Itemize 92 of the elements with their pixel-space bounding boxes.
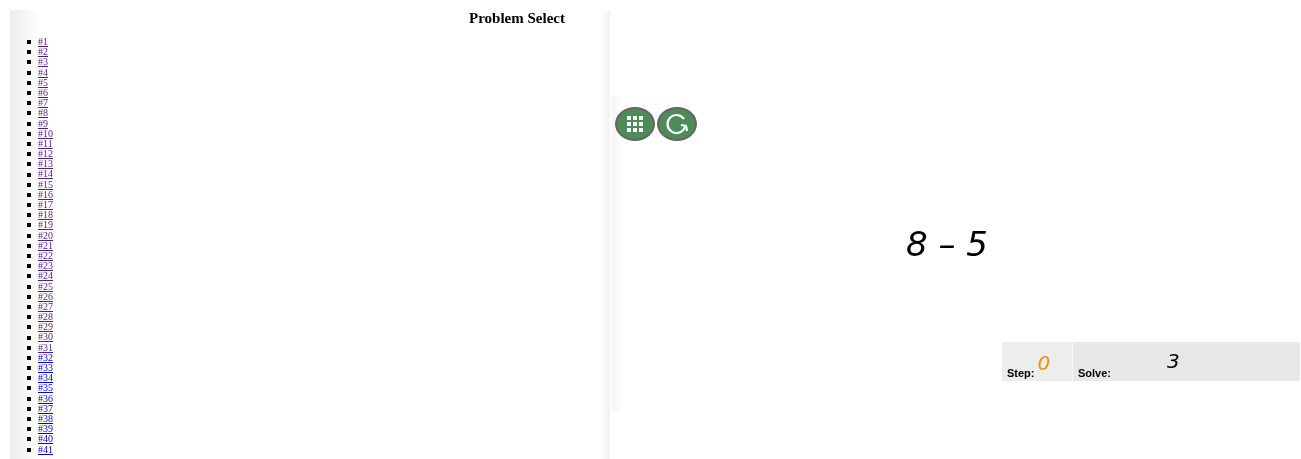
problem-link[interactable]: #20 [38, 230, 53, 241]
grid-button[interactable] [615, 107, 655, 141]
problem-link[interactable]: #25 [38, 281, 53, 292]
bullet-icon [27, 223, 31, 228]
bullet-icon [27, 182, 31, 187]
problem-link[interactable]: #31 [38, 342, 53, 353]
problem-link[interactable]: #7 [38, 98, 48, 109]
bullet-icon [27, 40, 31, 45]
bullet-icon [27, 366, 31, 371]
bullet-icon [27, 233, 31, 238]
problem-link[interactable]: #36 [38, 393, 53, 404]
problem-link[interactable]: #32 [38, 352, 53, 363]
math-problem: 8 – 5 [906, 224, 988, 264]
bullet-icon [27, 203, 31, 208]
solve-answer: 3 [1167, 349, 1180, 373]
problem-link[interactable]: #14 [38, 169, 53, 180]
problem-link[interactable]: #19 [38, 220, 53, 231]
step-label: Step: [1007, 367, 1035, 379]
problem-link[interactable]: #40 [38, 434, 53, 445]
problem-link[interactable]: #22 [38, 250, 53, 262]
problem-link[interactable]: #41 [38, 444, 53, 455]
bullet-icon [27, 437, 31, 442]
bullet-icon [27, 131, 31, 136]
problem-link[interactable]: #11 [38, 138, 53, 150]
problem-link[interactable]: #9 [38, 118, 48, 129]
problem-link[interactable]: #26 [38, 291, 53, 302]
problem-link[interactable]: #8 [38, 108, 48, 119]
bullet-icon [27, 172, 31, 177]
bullet-icon [27, 376, 31, 381]
problem-link[interactable]: #34 [38, 373, 53, 384]
problem-link[interactable]: #12 [38, 149, 53, 160]
problem-link[interactable]: #2 [38, 47, 48, 58]
bullet-icon [27, 101, 31, 106]
bullet-icon [27, 50, 31, 55]
bullet-icon [27, 80, 31, 85]
problem-link[interactable]: #1 [38, 37, 48, 48]
problem-link[interactable]: #10 [38, 128, 53, 139]
bullet-icon [27, 121, 31, 126]
step-count: 0 [1037, 351, 1051, 375]
bullet-icon [27, 213, 31, 218]
problem-link[interactable]: #5 [38, 77, 48, 88]
bullet-icon [27, 345, 31, 350]
bullet-icon [27, 325, 31, 330]
problem-link[interactable]: #29 [38, 322, 53, 333]
problem-link[interactable]: #3 [38, 57, 48, 68]
bullet-icon [27, 70, 31, 75]
bullet-icon [27, 396, 31, 401]
problem-link[interactable]: #28 [38, 312, 53, 323]
bullet-icon [27, 335, 31, 340]
problem-link[interactable]: #6 [38, 87, 48, 99]
problem-link[interactable]: #24 [38, 271, 53, 282]
grid-icon [626, 115, 644, 133]
bullet-icon [27, 447, 31, 452]
problem-link[interactable]: #18 [38, 210, 53, 221]
bullet-icon [27, 406, 31, 411]
problem-link[interactable]: #17 [38, 200, 53, 211]
bullet-icon [27, 264, 31, 269]
refresh-icon [665, 112, 689, 136]
bullet-icon [27, 355, 31, 360]
problem-link[interactable]: #39 [38, 424, 53, 435]
bullet-icon [27, 315, 31, 320]
bullet-icon [27, 304, 31, 309]
bullet-icon [27, 192, 31, 197]
bullet-icon [27, 417, 31, 422]
problem-link[interactable]: #35 [38, 383, 53, 394]
bullet-icon [27, 152, 31, 157]
problem-link[interactable]: #13 [38, 159, 53, 170]
bullet-icon [27, 141, 31, 146]
problem-link[interactable]: #30 [38, 332, 53, 343]
solve-label: Solve: [1078, 367, 1111, 379]
bullet-icon [27, 294, 31, 299]
problem-link[interactable]: #38 [38, 413, 53, 425]
bullet-icon [27, 162, 31, 167]
problem-link[interactable]: #37 [38, 403, 53, 414]
bullet-icon [27, 284, 31, 289]
problem-link[interactable]: #23 [38, 261, 53, 272]
reset-button[interactable] [657, 107, 697, 141]
bullet-icon [27, 111, 31, 116]
problem-link[interactable]: #33 [38, 363, 53, 374]
problem-link[interactable]: #15 [38, 179, 53, 190]
bullet-icon [27, 91, 31, 96]
bullet-icon [27, 427, 31, 432]
problem-link[interactable]: #21 [38, 240, 53, 251]
bullet-icon [27, 274, 31, 279]
panel-title: Problem Select [468, 10, 566, 28]
problem-link[interactable]: #4 [38, 67, 48, 78]
problem-link[interactable]: #16 [38, 189, 53, 200]
bullet-icon [27, 60, 31, 65]
problem-link[interactable]: #27 [38, 301, 53, 313]
bullet-icon [27, 386, 31, 391]
bullet-icon [27, 254, 31, 259]
bullet-icon [27, 243, 31, 248]
